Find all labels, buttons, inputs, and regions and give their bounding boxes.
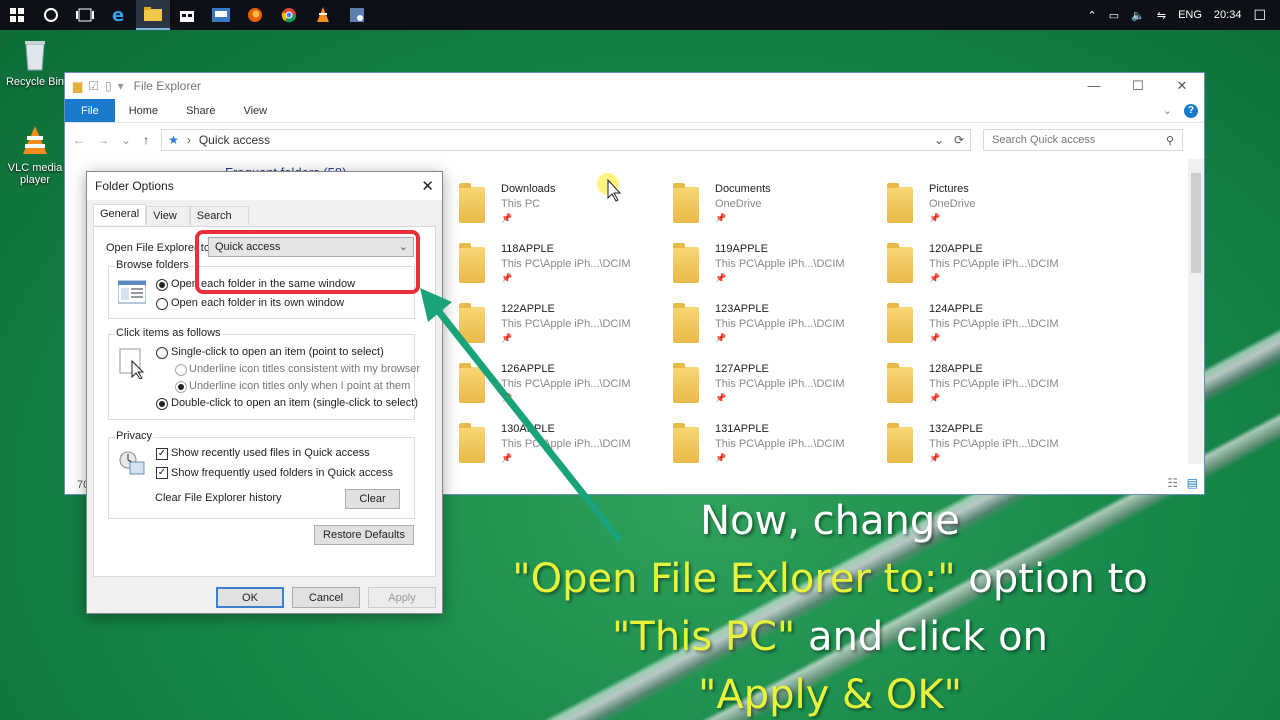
caption-line-2-rest: option to (955, 556, 1148, 602)
mouse-cursor-icon (597, 173, 622, 202)
caption-line-3: "This PC" and click on (430, 608, 1230, 666)
caption-line-3-quote: "This PC" (612, 614, 796, 660)
caption-line-2: "Open File Exlorer to:" option to (430, 550, 1230, 608)
tutorial-caption: Now, change "Open File Exlorer to:" opti… (430, 492, 1230, 720)
caption-line-4: "Apply & OK" (697, 672, 963, 718)
caption-line-2-quote: "Open File Exlorer to:" (512, 556, 956, 602)
caption-line-1: Now, change (700, 498, 960, 544)
caption-line-3-rest: and click on (795, 614, 1048, 660)
